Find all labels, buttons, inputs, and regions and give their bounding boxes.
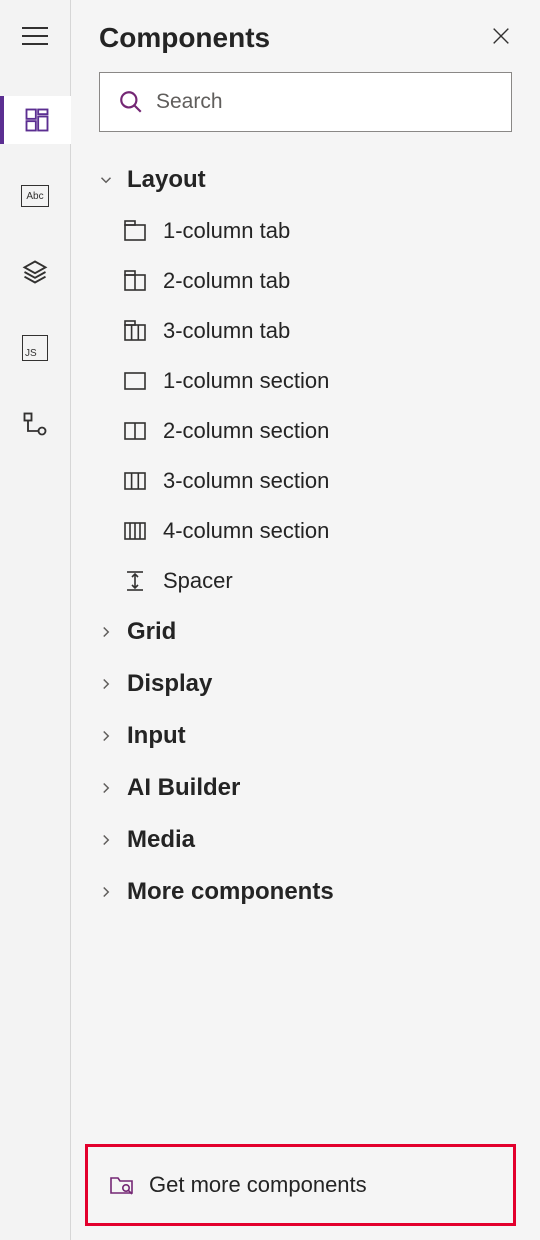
- item-2-column-tab[interactable]: 2-column tab: [81, 256, 530, 306]
- item-2-column-section[interactable]: 2-column section: [81, 406, 530, 456]
- item-label: Spacer: [163, 568, 233, 594]
- get-more-components-button[interactable]: Get more components: [89, 1154, 508, 1216]
- item-1-column-tab[interactable]: 1-column tab: [81, 206, 530, 256]
- chevron-right-icon: [97, 675, 115, 693]
- panel-title: Components: [99, 22, 270, 54]
- scripts-tab[interactable]: JS: [11, 324, 59, 372]
- panel-header: Components: [71, 0, 540, 64]
- group-ai-builder[interactable]: AI Builder: [81, 762, 530, 814]
- group-label: Layout: [127, 166, 206, 194]
- hamburger-icon: [22, 27, 48, 45]
- item-4-column-section[interactable]: 4-column section: [81, 506, 530, 556]
- group-label: Display: [127, 670, 212, 698]
- group-display[interactable]: Display: [81, 658, 530, 710]
- group-label: Grid: [127, 618, 176, 646]
- item-1-column-section[interactable]: 1-column section: [81, 356, 530, 406]
- one-column-section-icon: [121, 371, 149, 391]
- layers-icon: [21, 258, 49, 286]
- layers-tab[interactable]: [11, 248, 59, 296]
- get-more-label: Get more components: [149, 1172, 367, 1198]
- chevron-right-icon: [97, 831, 115, 849]
- chevron-right-icon: [97, 883, 115, 901]
- components-panel: Components Layout: [71, 0, 540, 1240]
- component-tree: Layout 1-column tab 2-column tab 3-colum…: [71, 150, 540, 918]
- item-label: 3-column tab: [163, 318, 290, 344]
- item-label: 1-column tab: [163, 218, 290, 244]
- item-label: 2-column section: [163, 418, 329, 444]
- diagram-tab[interactable]: [11, 400, 59, 448]
- app-sidebar: Abc JS: [0, 0, 71, 1240]
- search-input[interactable]: [156, 90, 493, 114]
- four-column-section-icon: [121, 521, 149, 541]
- one-column-tab-icon: [121, 220, 149, 242]
- menu-button[interactable]: [11, 12, 59, 60]
- group-label: AI Builder: [127, 774, 240, 802]
- chevron-right-icon: [97, 623, 115, 641]
- group-label: More components: [127, 878, 334, 906]
- group-input[interactable]: Input: [81, 710, 530, 762]
- close-button[interactable]: [490, 25, 512, 52]
- diagram-icon: [21, 410, 49, 438]
- item-label: 4-column section: [163, 518, 329, 544]
- item-3-column-tab[interactable]: 3-column tab: [81, 306, 530, 356]
- chevron-right-icon: [97, 779, 115, 797]
- group-more-components[interactable]: More components: [81, 866, 530, 918]
- close-icon: [490, 25, 512, 47]
- two-column-section-icon: [121, 421, 149, 441]
- folder-search-icon: [109, 1173, 135, 1197]
- group-grid[interactable]: Grid: [81, 606, 530, 658]
- item-label: 1-column section: [163, 368, 329, 394]
- js-icon: JS: [22, 335, 48, 361]
- chevron-right-icon: [97, 727, 115, 745]
- group-media[interactable]: Media: [81, 814, 530, 866]
- search-box[interactable]: [99, 72, 512, 132]
- item-spacer[interactable]: Spacer: [81, 556, 530, 606]
- search-icon: [118, 89, 144, 115]
- group-layout[interactable]: Layout: [81, 154, 530, 206]
- two-column-tab-icon: [121, 270, 149, 292]
- three-column-tab-icon: [121, 320, 149, 342]
- item-3-column-section[interactable]: 3-column section: [81, 456, 530, 506]
- item-label: 3-column section: [163, 468, 329, 494]
- components-icon: [23, 106, 51, 134]
- abc-icon: Abc: [21, 185, 49, 207]
- three-column-section-icon: [121, 471, 149, 491]
- components-tab[interactable]: [0, 96, 71, 144]
- spacer-icon: [121, 570, 149, 592]
- item-label: 2-column tab: [163, 268, 290, 294]
- form-fields-tab[interactable]: Abc: [11, 172, 59, 220]
- group-label: Media: [127, 826, 195, 854]
- chevron-down-icon: [97, 171, 115, 189]
- group-label: Input: [127, 722, 186, 750]
